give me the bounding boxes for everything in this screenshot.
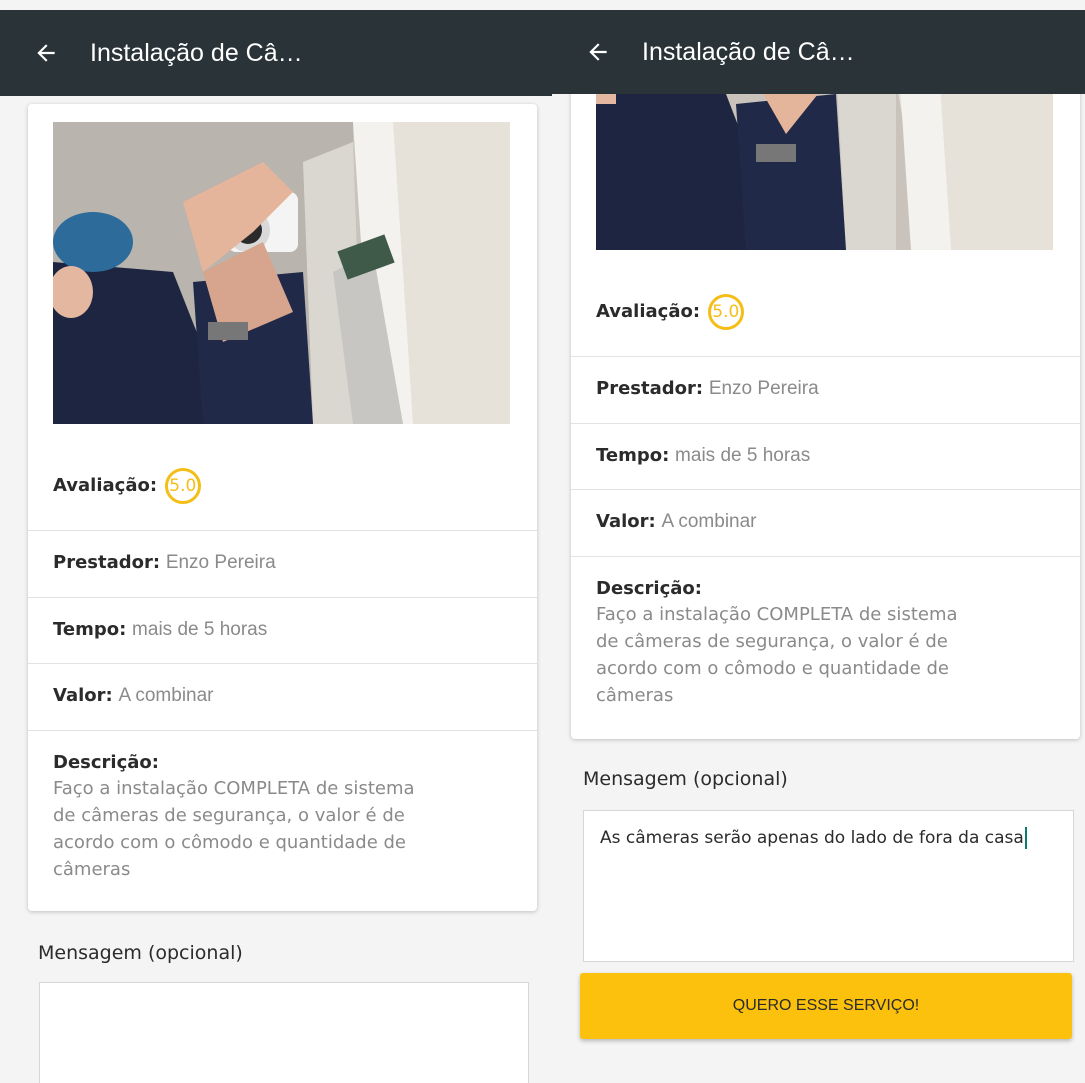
rating-badge: 5.0 bbox=[707, 294, 744, 330]
request-service-button[interactable]: QUERO ESSE SERVIÇO! bbox=[580, 973, 1072, 1039]
rating-row: Avaliação: 5.0 bbox=[28, 424, 537, 531]
rating-label: Avaliação: bbox=[596, 301, 701, 322]
price-label: Valor: bbox=[596, 511, 656, 532]
price-value: A combinar bbox=[118, 685, 214, 706]
screen-after-typing: Avaliação: 5.0 Prestador: Enzo Pereira T… bbox=[552, 0, 1085, 1083]
price-label: Valor: bbox=[53, 685, 113, 706]
time-value: mais de 5 horas bbox=[132, 619, 268, 640]
description-row: Descrição: Faço a instalação COMPLETA de… bbox=[571, 556, 1080, 739]
time-row: Tempo: mais de 5 horas bbox=[28, 597, 537, 664]
service-card: Avaliação: 5.0 Prestador: Enzo Pereira T… bbox=[571, 60, 1080, 739]
service-photo bbox=[49, 122, 510, 424]
provider-row: Prestador: Enzo Pereira bbox=[28, 530, 537, 598]
service-card: Avaliação: 5.0 Prestador: Enzo Pereira T… bbox=[28, 104, 537, 911]
message-label: Mensagem (opcional) bbox=[38, 942, 243, 964]
message-input[interactable] bbox=[39, 982, 529, 1083]
rating-badge: 5.0 bbox=[164, 468, 201, 504]
time-row: Tempo: mais de 5 horas bbox=[571, 423, 1080, 490]
text-caret bbox=[1024, 827, 1027, 849]
price-row: Valor: A combinar bbox=[28, 663, 537, 731]
rating-label: Avaliação: bbox=[53, 475, 158, 496]
description-label: Descrição: bbox=[53, 752, 159, 773]
provider-value: Enzo Pereira bbox=[165, 552, 276, 573]
screen-before-typing: Instalação de Câ… Avaliação: 5.0 Prestad… bbox=[0, 0, 552, 1083]
description-row: Descrição: Faço a instalação COMPLETA de… bbox=[28, 730, 537, 911]
message-label: Mensagem (opcional) bbox=[583, 768, 788, 790]
price-value: A combinar bbox=[661, 511, 757, 532]
provider-value: Enzo Pereira bbox=[708, 378, 819, 399]
description-label: Descrição: bbox=[596, 578, 702, 599]
page-title: Instalação de Câ… bbox=[642, 37, 855, 66]
description-text: Faço a instalação COMPLETA de sistema de… bbox=[53, 778, 415, 880]
provider-label: Prestador: bbox=[596, 378, 704, 399]
time-value: mais de 5 horas bbox=[675, 445, 811, 466]
page-title: Instalação de Câ… bbox=[90, 38, 303, 67]
message-value: As câmeras serão apenas do lado de fora … bbox=[600, 827, 1027, 849]
description-text: Faço a instalação COMPLETA de sistema de… bbox=[596, 604, 958, 706]
price-row: Valor: A combinar bbox=[571, 489, 1080, 557]
arrow-left-icon[interactable] bbox=[18, 25, 74, 81]
message-input[interactable]: As câmeras serão apenas do lado de fora … bbox=[583, 810, 1074, 962]
arrow-left-icon[interactable] bbox=[570, 24, 626, 80]
time-label: Tempo: bbox=[53, 619, 127, 640]
app-bar: Instalação de Câ… bbox=[552, 10, 1085, 94]
time-label: Tempo: bbox=[596, 445, 670, 466]
rating-row: Avaliação: 5.0 bbox=[571, 250, 1080, 357]
provider-label: Prestador: bbox=[53, 552, 161, 573]
provider-row: Prestador: Enzo Pereira bbox=[571, 356, 1080, 424]
app-bar: Instalação de Câ… bbox=[0, 10, 552, 96]
